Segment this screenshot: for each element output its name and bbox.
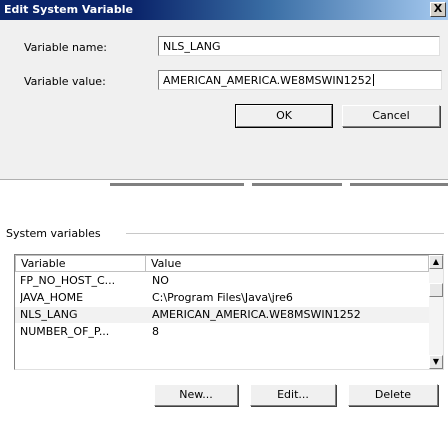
variable-value-label: Variable value: <box>24 75 106 88</box>
variable-value-input[interactable]: AMERICAN_AMERICA.WE8MSWIN1252 <box>158 70 442 90</box>
table-row[interactable]: NUMBER_OF_P... 8 <box>15 324 429 340</box>
list-scrollbar[interactable]: ▲ ▼ <box>429 255 443 369</box>
row-variable-name: JAVA_HOME <box>20 291 84 304</box>
table-row[interactable]: FP_NO_HOST_C... NO <box>15 273 429 289</box>
underlay-fragment-2 <box>252 183 342 186</box>
delete-button[interactable]: Delete <box>348 384 438 406</box>
column-header-value[interactable]: Value <box>146 255 429 272</box>
column-header-variable[interactable]: Variable <box>15 255 146 272</box>
edit-button[interactable]: Edit... <box>250 384 336 406</box>
dialog-title-bar[interactable]: Edit System Variable X <box>0 0 448 20</box>
text-caret <box>372 74 374 86</box>
row-variable-name: NLS_LANG <box>20 308 78 321</box>
variable-name-value: NLS_LANG <box>163 40 221 53</box>
table-row-selected[interactable]: NLS_LANG AMERICAN_AMERICA.WE8MSWIN1252 <box>15 307 429 323</box>
group-divider <box>126 233 444 234</box>
system-variables-label: System variables <box>6 227 101 240</box>
cancel-button[interactable]: Cancel <box>342 105 440 127</box>
variable-name-input[interactable]: NLS_LANG <box>158 36 440 56</box>
list-header: Variable Value <box>15 255 429 272</box>
scroll-thumb[interactable] <box>429 283 443 297</box>
row-variable-value: C:\Program Files\Java\jre6 <box>152 291 293 304</box>
scroll-up-icon[interactable]: ▲ <box>429 255 443 269</box>
row-variable-value: AMERICAN_AMERICA.WE8MSWIN1252 <box>152 308 361 321</box>
row-variable-value: NO <box>152 274 169 287</box>
new-button[interactable]: New... <box>154 384 238 406</box>
row-variable-value: 8 <box>152 325 159 338</box>
row-variable-name: FP_NO_HOST_C... <box>20 274 116 287</box>
variable-value-value: AMERICAN_AMERICA.WE8MSWIN1252 <box>163 74 372 87</box>
row-variable-name: NUMBER_OF_P... <box>20 325 110 338</box>
variable-name-label: Variable name: <box>24 41 107 54</box>
dialog-title: Edit System Variable <box>4 3 133 16</box>
table-row[interactable]: JAVA_HOME C:\Program Files\Java\jre6 <box>15 290 429 306</box>
underlay-fragment-1 <box>110 183 244 186</box>
system-variables-list[interactable]: Variable Value FP_NO_HOST_C... NO JAVA_H… <box>14 254 444 370</box>
scroll-down-icon[interactable]: ▼ <box>429 355 443 369</box>
close-icon[interactable]: X <box>430 2 446 17</box>
edit-variable-dialog: Variable name: NLS_LANG Variable value: … <box>0 20 448 180</box>
ok-button[interactable]: OK <box>235 104 333 128</box>
underlay-fragment-3 <box>350 183 448 186</box>
underlay-edge <box>0 179 448 180</box>
